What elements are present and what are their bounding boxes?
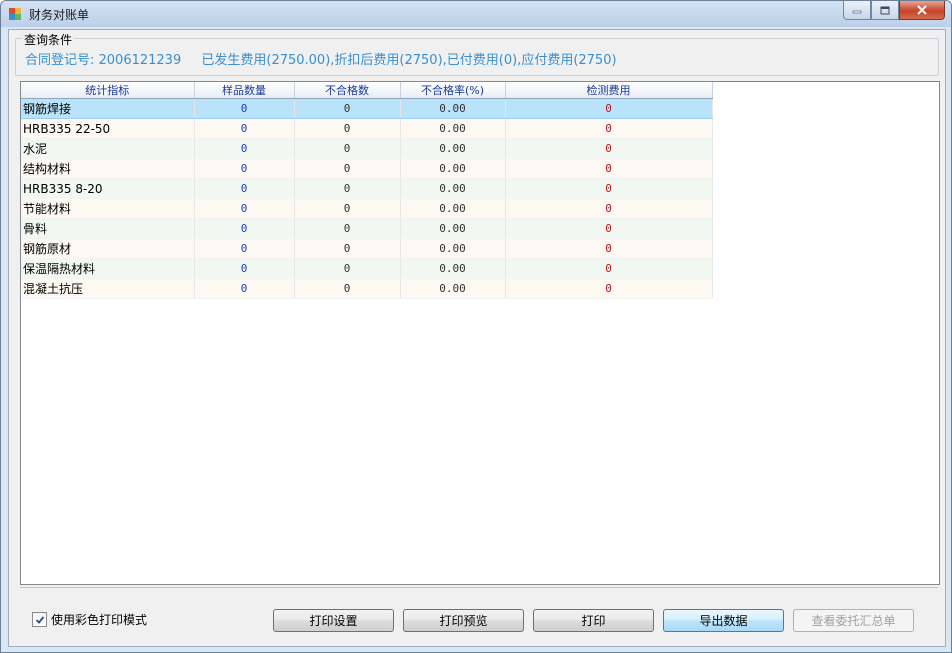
client-area: 查询条件 合同登记号: 2006121239 已发生费用(2750.00),折扣… — [8, 29, 946, 647]
cell-fail-rate: 0.00 — [400, 238, 506, 259]
table-row[interactable]: HRB335 8-20 0 0 0.00 0 — [21, 178, 713, 199]
maximize-icon — [880, 6, 890, 14]
cell-fail-count: 0 — [294, 218, 401, 239]
close-icon — [917, 5, 927, 15]
table-row[interactable]: 结构材料 0 0 0.00 0 — [21, 158, 713, 179]
cell-fail-count: 0 — [294, 258, 401, 279]
column-header[interactable]: 不合格率(%) — [400, 82, 506, 99]
minimize-button[interactable] — [843, 1, 871, 20]
cell-fail-rate: 0.00 — [400, 158, 506, 179]
cell-fail-count: 0 — [294, 278, 401, 299]
cell-fail-rate: 0.00 — [400, 138, 506, 159]
cell-test-fee: 0 — [505, 158, 713, 179]
cell-fail-count: 0 — [294, 138, 401, 159]
cell-test-fee: 0 — [505, 278, 713, 299]
cell-fail-count: 0 — [294, 178, 401, 199]
cell-sample-count: 0 — [194, 158, 295, 179]
cell-sample-count: 0 — [194, 278, 295, 299]
cell-fail-rate: 0.00 — [400, 218, 506, 239]
statistics-table: 统计指标 样品数量 不合格数 不合格率(%) 检测费用 钢筋焊接 0 0 0.00 0 … — [21, 82, 713, 299]
app-icon — [9, 8, 21, 20]
cell-fail-rate: 0.00 — [400, 258, 506, 279]
cell-test-fee: 0 — [505, 178, 713, 199]
close-button[interactable] — [899, 1, 945, 20]
print-setup-button[interactable]: 打印设置 — [273, 609, 394, 632]
cell-test-fee: 0 — [505, 238, 713, 259]
color-print-checkbox[interactable] — [32, 612, 47, 627]
table-row[interactable]: HRB335 22-50 0 0 0.00 0 — [21, 118, 713, 139]
table-row[interactable]: 节能材料 0 0 0.00 0 — [21, 198, 713, 219]
window-controls — [843, 1, 945, 21]
maximize-button[interactable] — [871, 1, 899, 20]
title-bar[interactable]: 财务对账单 — [1, 1, 951, 27]
cell-fail-count: 0 — [294, 118, 401, 139]
cell-fail-count: 0 — [294, 98, 401, 119]
main-window: 财务对账单 查询条件 合同登记号: 2006121239 已发生费用(2750.… — [0, 0, 952, 653]
cell-fail-count: 0 — [294, 158, 401, 179]
cell-fail-rate: 0.00 — [400, 118, 506, 139]
cell-indicator: 水泥 — [21, 138, 195, 159]
cell-indicator: HRB335 8-20 — [21, 178, 195, 199]
statistics-grid[interactable]: 统计指标 样品数量 不合格数 不合格率(%) 检测费用 钢筋焊接 0 0 0.00 0 … — [20, 81, 940, 585]
cell-fail-count: 0 — [294, 238, 401, 259]
table-row[interactable]: 水泥 0 0 0.00 0 — [21, 138, 713, 159]
cell-fail-count: 0 — [294, 198, 401, 219]
cell-test-fee: 0 — [505, 98, 713, 119]
cell-test-fee: 0 — [505, 218, 713, 239]
query-group-legend: 查询条件 — [22, 31, 75, 48]
cell-sample-count: 0 — [194, 218, 295, 239]
view-summary-button[interactable]: 查看委托汇总单 — [793, 609, 914, 632]
checkmark-icon — [35, 615, 44, 624]
column-header[interactable]: 样品数量 — [194, 82, 295, 99]
cell-fail-rate: 0.00 — [400, 98, 506, 119]
print-preview-button[interactable]: 打印预览 — [403, 609, 524, 632]
fee-summary: 已发生费用(2750.00),折扣后费用(2750),已付费用(0),应付费用(… — [201, 53, 617, 68]
cell-indicator: 结构材料 — [21, 158, 195, 179]
table-row[interactable]: 钢筋焊接 0 0 0.00 0 — [21, 98, 713, 119]
table-row[interactable]: 骨料 0 0 0.00 0 — [21, 218, 713, 239]
cell-fail-rate: 0.00 — [400, 198, 506, 219]
cell-sample-count: 0 — [194, 238, 295, 259]
footer-divider — [20, 587, 938, 588]
window-title: 财务对账单 — [29, 8, 90, 22]
cell-sample-count: 0 — [194, 178, 295, 199]
print-button[interactable]: 打印 — [533, 609, 654, 632]
cell-indicator: 节能材料 — [21, 198, 195, 219]
cell-sample-count: 0 — [194, 198, 295, 219]
cell-test-fee: 0 — [505, 138, 713, 159]
cell-test-fee: 0 — [505, 258, 713, 279]
cell-sample-count: 0 — [194, 258, 295, 279]
query-summary: 合同登记号: 2006121239 已发生费用(2750.00),折扣后费用(2… — [25, 49, 617, 68]
table-row[interactable]: 钢筋原材 0 0 0.00 0 — [21, 238, 713, 259]
minimize-icon — [852, 10, 862, 14]
cell-test-fee: 0 — [505, 198, 713, 219]
column-header[interactable]: 统计指标 — [21, 82, 195, 99]
cell-test-fee: 0 — [505, 118, 713, 139]
export-data-button[interactable]: 导出数据 — [663, 609, 784, 632]
cell-sample-count: 0 — [194, 118, 295, 139]
cell-indicator: 保温隔热材料 — [21, 258, 195, 279]
table-row[interactable]: 保温隔热材料 0 0 0.00 0 — [21, 258, 713, 279]
table-row[interactable]: 混凝土抗压 0 0 0.00 0 — [21, 278, 713, 299]
cell-fail-rate: 0.00 — [400, 178, 506, 199]
column-header[interactable]: 检测费用 — [505, 82, 713, 99]
cell-indicator: HRB335 22-50 — [21, 118, 195, 139]
cell-indicator: 混凝土抗压 — [21, 278, 195, 299]
contract-registration: 合同登记号: 2006121239 — [25, 53, 182, 68]
cell-indicator: 钢筋焊接 — [21, 98, 195, 119]
table-header-row: 统计指标 样品数量 不合格数 不合格率(%) 检测费用 — [21, 82, 713, 99]
column-header[interactable]: 不合格数 — [294, 82, 401, 99]
cell-sample-count: 0 — [194, 98, 295, 119]
cell-fail-rate: 0.00 — [400, 278, 506, 299]
cell-indicator: 骨料 — [21, 218, 195, 239]
color-print-label[interactable]: 使用彩色打印模式 — [51, 611, 147, 628]
cell-sample-count: 0 — [194, 138, 295, 159]
cell-indicator: 钢筋原材 — [21, 238, 195, 259]
